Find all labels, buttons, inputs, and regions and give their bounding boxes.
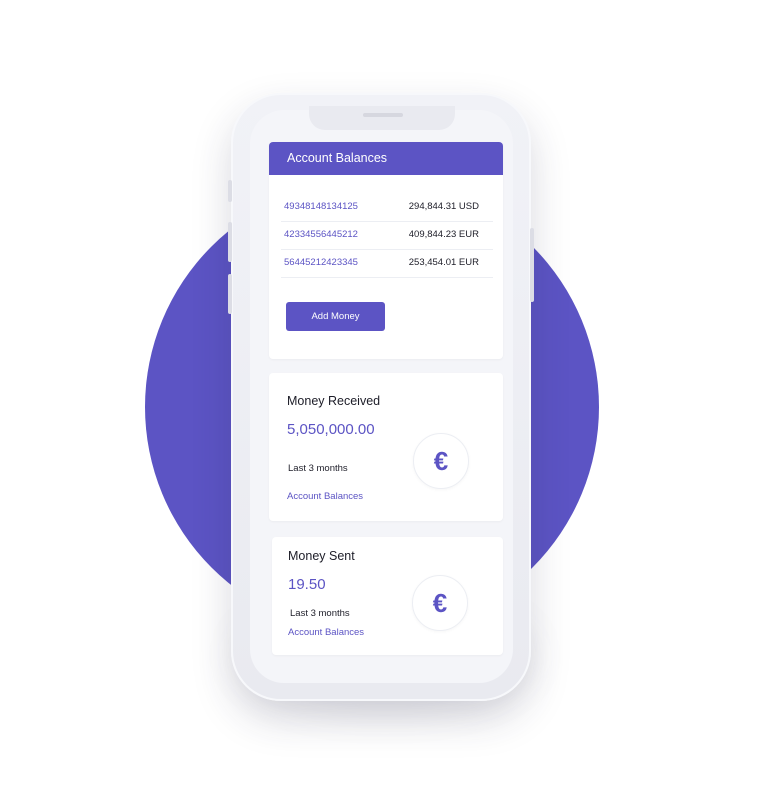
money-received-value: 5,050,000.00: [287, 421, 375, 438]
account-number[interactable]: 49348148134125: [284, 193, 358, 221]
money-received-card: Money Received 5,050,000.00 Last 3 month…: [269, 373, 503, 521]
side-button-volume-down: [228, 274, 232, 314]
account-balances-header: Account Balances: [269, 142, 503, 175]
money-sent-account-balances-link[interactable]: Account Balances: [288, 627, 364, 638]
balance-row[interactable]: 42334556445212 409,844.23 EUR: [281, 221, 493, 250]
money-sent-value: 19.50: [288, 576, 326, 593]
euro-icon: €: [412, 575, 468, 631]
money-received-account-balances-link[interactable]: Account Balances: [287, 491, 363, 502]
account-balances-card: Account Balances 49348148134125 294,844.…: [269, 142, 503, 359]
phone-speaker: [363, 113, 403, 117]
euro-icon: €: [413, 433, 469, 489]
side-button-volume-up: [228, 222, 232, 262]
account-number[interactable]: 42334556445212: [284, 221, 358, 249]
side-button-power: [530, 228, 534, 302]
money-received-period: Last 3 months: [288, 463, 348, 474]
account-amount: 294,844.31 USD: [408, 201, 479, 212]
balance-row[interactable]: 49348148134125 294,844.31 USD: [281, 193, 493, 222]
account-number[interactable]: 56445212423345: [284, 249, 358, 277]
money-sent-title: Money Sent: [288, 549, 355, 563]
add-money-button[interactable]: Add Money: [286, 302, 385, 331]
money-sent-card: Money Sent 19.50 Last 3 months Account B…: [272, 537, 503, 655]
phone-notch: [309, 106, 455, 130]
side-button-silent: [228, 180, 232, 202]
money-sent-period: Last 3 months: [290, 608, 350, 619]
stage: Account Balances 49348148134125 294,844.…: [0, 0, 770, 811]
account-amount: 409,844.23 EUR: [408, 229, 479, 240]
account-amount: 253,454.01 EUR: [408, 257, 479, 268]
balance-row[interactable]: 56445212423345 253,454.01 EUR: [281, 249, 493, 278]
money-received-title: Money Received: [287, 394, 381, 408]
